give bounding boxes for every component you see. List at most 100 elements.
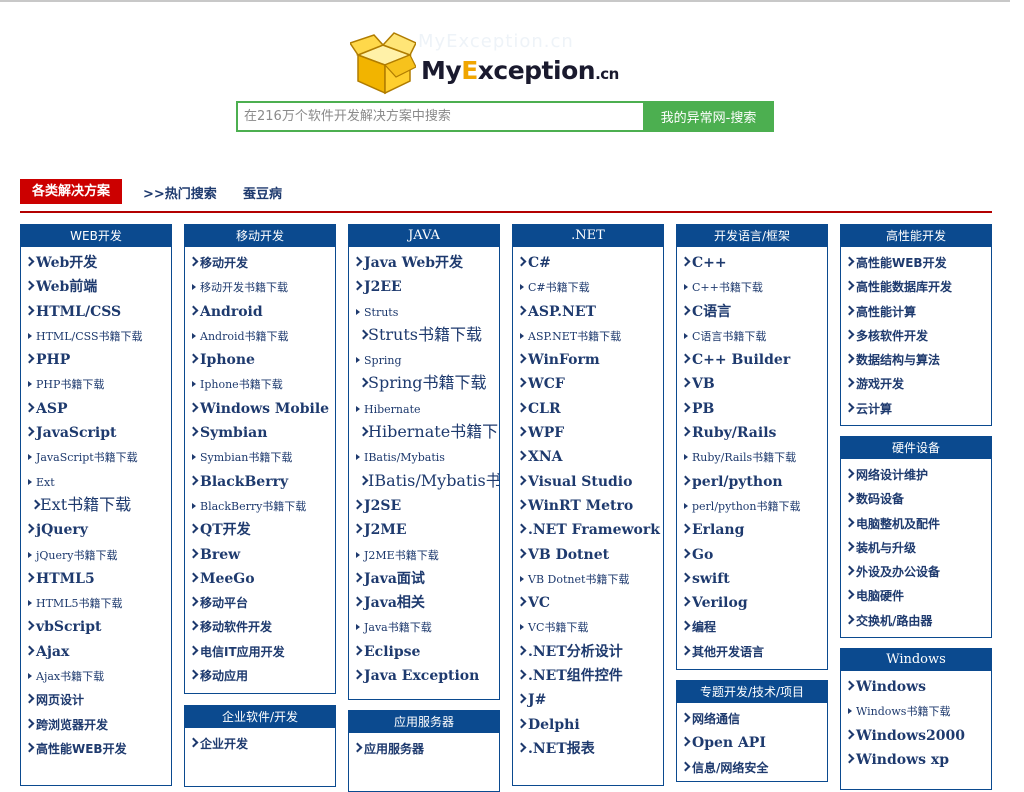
category-link[interactable]: BlackBerry书籍下载: [189, 493, 335, 517]
category-link-label[interactable]: .NET Framework: [528, 522, 660, 538]
category-link[interactable]: C语言书籍下载: [681, 323, 827, 347]
category-link-label[interactable]: 移动开发: [200, 256, 248, 270]
category-link[interactable]: PHP: [25, 347, 171, 371]
category-link[interactable]: vbScript: [25, 614, 171, 638]
category-link[interactable]: 电脑整机及配件: [845, 511, 991, 535]
category-link[interactable]: J2ME书籍下载: [353, 542, 499, 566]
category-link[interactable]: Open API: [681, 730, 827, 754]
category-link-label[interactable]: 电脑整机及配件: [856, 517, 940, 531]
category-link[interactable]: HTML5书籍下载: [25, 590, 171, 614]
category-link[interactable]: Java面试: [353, 566, 499, 590]
category-link-label[interactable]: BlackBerry: [200, 474, 288, 490]
category-link[interactable]: Eclipse: [353, 639, 499, 663]
category-link[interactable]: jQuery: [25, 517, 171, 541]
category-link-label[interactable]: C语言书籍下载: [692, 330, 766, 343]
category-link-label[interactable]: C#: [528, 255, 551, 271]
category-link-label[interactable]: 高性能WEB开发: [856, 256, 947, 270]
site-logo[interactable]: MyException.cn MyException.cn: [350, 28, 620, 98]
category-link[interactable]: 游戏开发: [845, 371, 991, 395]
category-link-label[interactable]: C语言: [692, 304, 731, 320]
category-link-label[interactable]: 装机与升级: [856, 541, 916, 555]
category-link[interactable]: C++: [681, 250, 827, 274]
category-link-label[interactable]: ASP.NET: [528, 304, 596, 320]
category-link[interactable]: 其他开发语言: [681, 639, 827, 663]
category-link-label[interactable]: VC: [528, 595, 550, 611]
category-link-label[interactable]: Ext: [36, 476, 55, 489]
category-link-label[interactable]: Iphone书籍下载: [200, 378, 283, 391]
category-link-label[interactable]: WinForm: [528, 352, 600, 368]
category-link-label[interactable]: J2SE: [364, 498, 401, 514]
category-link[interactable]: JavaScript书籍下载: [25, 444, 171, 468]
category-link[interactable]: HTML/CSS书籍下载: [25, 323, 171, 347]
category-link-label[interactable]: Android书籍下载: [200, 330, 289, 343]
category-link-label[interactable]: PB: [692, 401, 714, 417]
category-link-label[interactable]: Java面试: [364, 571, 425, 587]
category-link[interactable]: jQuery书籍下载: [25, 542, 171, 566]
category-link-label[interactable]: Verilog: [692, 595, 748, 611]
category-link[interactable]: .NET Framework: [517, 517, 663, 541]
category-link[interactable]: Ruby/Rails: [681, 420, 827, 444]
category-link-label[interactable]: C++书籍下载: [692, 281, 763, 294]
category-link[interactable]: 移动软件开发: [189, 614, 335, 638]
category-link[interactable]: PHP书籍下载: [25, 371, 171, 395]
category-link[interactable]: Android书籍下载: [189, 323, 335, 347]
category-link[interactable]: WinForm: [517, 347, 663, 371]
category-link-label[interactable]: HTML5: [36, 571, 95, 587]
category-link-label[interactable]: 跨浏览器开发: [36, 718, 108, 732]
category-link[interactable]: Symbian: [189, 420, 335, 444]
category-link-label[interactable]: 其他开发语言: [692, 645, 764, 659]
category-link-label[interactable]: vbScript: [36, 619, 102, 635]
category-link[interactable]: 信息/网络安全: [681, 755, 827, 779]
category-link[interactable]: Verilog: [681, 590, 827, 614]
category-link[interactable]: Windows: [845, 674, 991, 698]
category-link-label[interactable]: Ajax书籍下载: [36, 670, 104, 683]
category-link-label[interactable]: Spring书籍下载: [368, 373, 487, 392]
category-link[interactable]: C#: [517, 250, 663, 274]
category-link[interactable]: 网络设计维护: [845, 462, 991, 486]
category-link[interactable]: 网络通信: [681, 706, 827, 730]
category-link[interactable]: VB Dotnet: [517, 542, 663, 566]
category-link-label[interactable]: 移动应用: [200, 669, 248, 683]
category-link-label[interactable]: Struts: [364, 306, 398, 319]
category-link-label[interactable]: 高性能数据库开发: [856, 280, 952, 294]
category-link[interactable]: 跨浏览器开发: [25, 712, 171, 736]
category-link-label[interactable]: BlackBerry书籍下载: [200, 500, 306, 513]
category-link-label[interactable]: 电脑硬件: [856, 589, 904, 603]
category-link-label[interactable]: perl/python: [692, 474, 783, 490]
category-link-label[interactable]: C++: [692, 255, 727, 271]
category-link-label[interactable]: Erlang: [692, 522, 744, 538]
category-link[interactable]: J#: [517, 687, 663, 711]
category-link[interactable]: 网页设计: [25, 687, 171, 711]
category-link[interactable]: 高性能计算: [845, 299, 991, 323]
category-link-label[interactable]: JavaScript: [36, 425, 117, 441]
category-link-label[interactable]: IBatis/Mybatis: [364, 451, 445, 464]
category-link[interactable]: ASP: [25, 396, 171, 420]
tab-solutions[interactable]: 各类解决方案: [20, 179, 122, 204]
category-link[interactable]: Java书籍下载: [353, 614, 499, 638]
category-link[interactable]: VC: [517, 590, 663, 614]
category-link-label[interactable]: 高性能WEB开发: [36, 742, 127, 756]
category-link[interactable]: Java Exception: [353, 663, 499, 687]
category-link[interactable]: PB: [681, 396, 827, 420]
category-link[interactable]: Ruby/Rails书籍下载: [681, 444, 827, 468]
category-link[interactable]: 数据结构与算法: [845, 347, 991, 371]
category-link-label[interactable]: 外设及办公设备: [856, 565, 940, 579]
category-link[interactable]: Windows2000: [845, 723, 991, 747]
category-link-label[interactable]: Web开发: [36, 255, 97, 271]
category-link[interactable]: .NET分析设计: [517, 639, 663, 663]
category-link[interactable]: WinRT Metro: [517, 493, 663, 517]
category-link[interactable]: MeeGo: [189, 566, 335, 590]
category-link[interactable]: swift: [681, 566, 827, 590]
category-link[interactable]: Brew: [189, 542, 335, 566]
category-link[interactable]: Web开发: [25, 250, 171, 274]
category-link[interactable]: 装机与升级: [845, 535, 991, 559]
category-link-label[interactable]: Windows Mobile: [200, 401, 329, 417]
category-link[interactable]: C++ Builder: [681, 347, 827, 371]
category-link-label[interactable]: Spring: [364, 354, 401, 367]
category-link[interactable]: HTML5: [25, 566, 171, 590]
category-link-label[interactable]: WPF: [528, 425, 564, 441]
category-link[interactable]: 应用服务器: [353, 736, 499, 760]
category-link[interactable]: 高性能数据库开发: [845, 274, 991, 298]
category-link[interactable]: 移动开发书籍下载: [189, 274, 335, 298]
category-link-label[interactable]: Ruby/Rails书籍下载: [692, 451, 796, 464]
